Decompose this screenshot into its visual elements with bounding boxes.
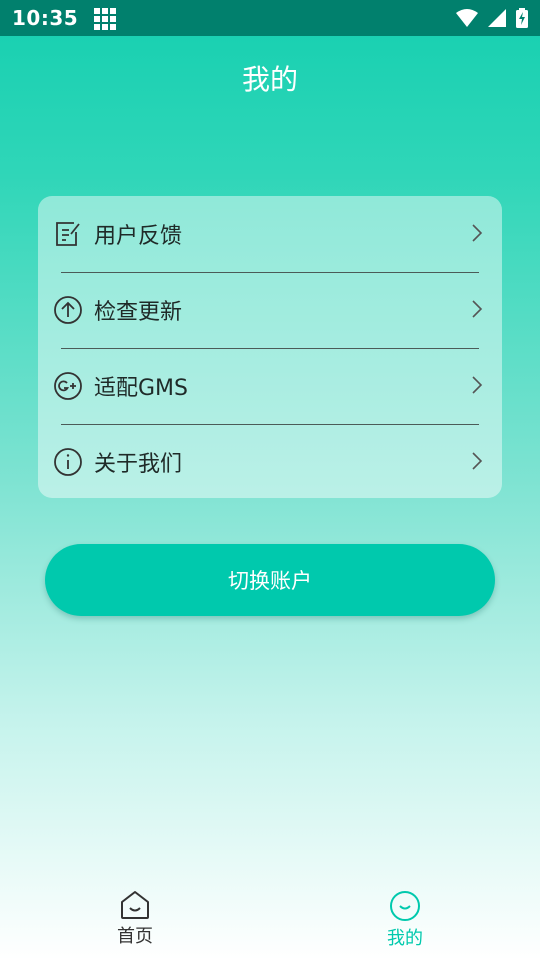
menu-item-about[interactable]: 关于我们 <box>38 424 502 498</box>
settings-menu-card: 用户反馈 检查更新 适配GMS 关于我们 <box>38 196 502 498</box>
status-icons <box>456 8 528 28</box>
home-icon <box>121 891 149 919</box>
tab-mine[interactable]: 我的 <box>270 880 540 960</box>
tab-label: 首页 <box>117 926 153 947</box>
menu-item-label: 关于我们 <box>94 452 183 477</box>
chevron-right-icon <box>472 376 483 394</box>
cellular-signal-icon <box>488 9 506 27</box>
tab-label: 我的 <box>387 928 423 949</box>
battery-charging-icon <box>516 8 528 28</box>
menu-item-check-update[interactable]: 检查更新 <box>38 272 502 348</box>
chevron-right-icon <box>472 224 483 242</box>
menu-item-gms[interactable]: 适配GMS <box>38 348 502 424</box>
app-grid-icon <box>94 8 117 30</box>
page-title: 我的 <box>241 63 298 96</box>
status-time: 10:35 <box>12 6 79 30</box>
menu-item-feedback[interactable]: 用户反馈 <box>38 196 502 272</box>
tab-home[interactable]: 首页 <box>0 880 270 960</box>
google-plus-icon <box>52 370 84 402</box>
switch-account-button[interactable]: 切换账户 <box>45 544 495 616</box>
menu-item-label: 检查更新 <box>94 300 183 325</box>
smile-icon <box>390 891 420 921</box>
chevron-right-icon <box>472 300 483 318</box>
status-bar: 10:35 <box>0 0 540 36</box>
info-icon <box>52 446 84 478</box>
chevron-right-icon <box>472 452 483 470</box>
menu-item-label: 适配GMS <box>94 376 188 401</box>
upload-arrow-icon <box>52 294 84 326</box>
wifi-icon <box>456 9 478 27</box>
edit-note-icon <box>52 218 84 250</box>
bottom-tab-bar: 首页 我的 <box>0 880 540 960</box>
menu-item-label: 用户反馈 <box>94 224 183 249</box>
